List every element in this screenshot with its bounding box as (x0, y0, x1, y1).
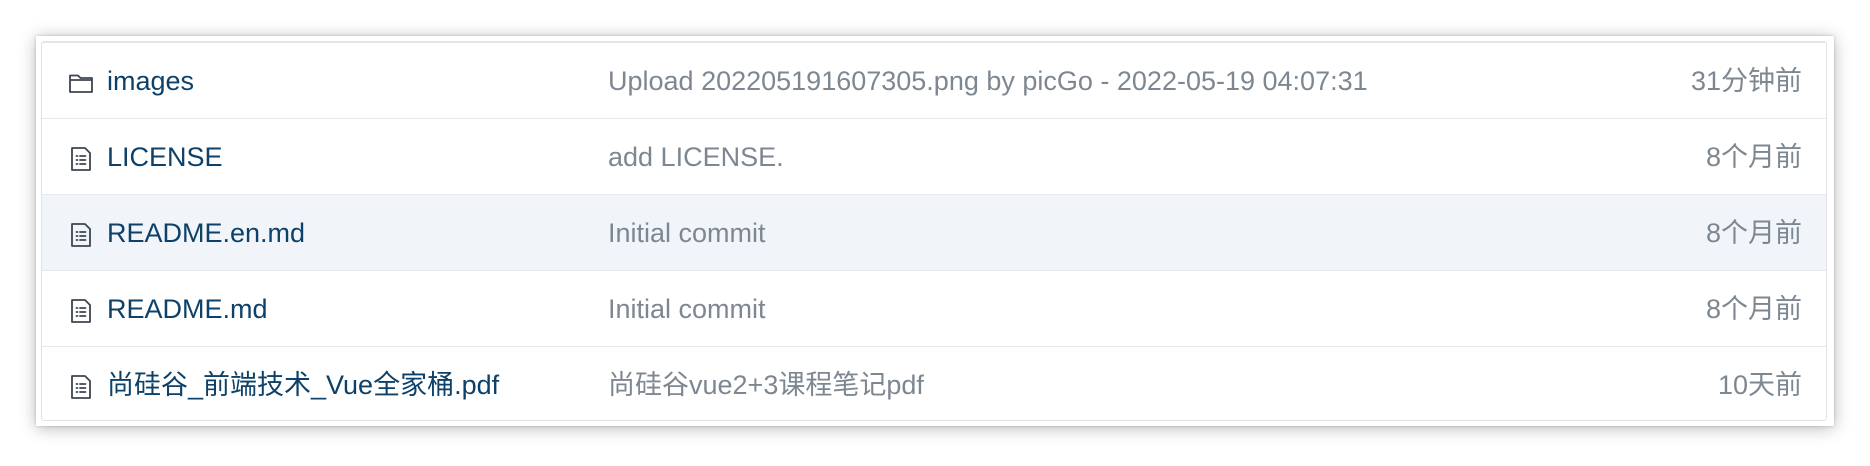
file-name-link[interactable]: 尚硅谷_前端技术_Vue全家桶.pdf (107, 347, 499, 423)
file-name-link[interactable]: LICENSE (107, 119, 223, 195)
file-icon (67, 145, 95, 173)
file-name-link[interactable]: images (107, 43, 194, 119)
commit-message-link[interactable]: add LICENSE. (608, 119, 784, 195)
folder-icon (67, 69, 95, 97)
screenshot-frame: images Upload 202205191607305.png by pic… (36, 36, 1834, 426)
file-list-table: images Upload 202205191607305.png by pic… (41, 41, 1827, 421)
commit-message-link[interactable]: Upload 202205191607305.png by picGo - 20… (608, 43, 1368, 119)
file-row-pdf[interactable]: 尚硅谷_前端技术_Vue全家桶.pdf 尚硅谷vue2+3课程笔记pdf 10天… (42, 347, 1826, 423)
file-row-images[interactable]: images Upload 202205191607305.png by pic… (42, 43, 1826, 119)
commit-time: 31分钟前 (1690, 66, 1802, 96)
commit-time: 8个月前 (1705, 142, 1802, 172)
commit-message-link[interactable]: Initial commit (608, 195, 766, 271)
file-icon (67, 221, 95, 249)
file-row-readme-en[interactable]: README.en.md Initial commit 8个月前 (42, 195, 1826, 271)
file-row-license[interactable]: LICENSE add LICENSE. 8个月前 (42, 119, 1826, 195)
file-name-link[interactable]: README.md (107, 271, 268, 347)
commit-message-link[interactable]: 尚硅谷vue2+3课程笔记pdf (608, 347, 924, 423)
commit-message-link[interactable]: Initial commit (608, 271, 766, 347)
commit-time: 10天前 (1717, 370, 1802, 400)
file-icon (67, 297, 95, 325)
file-name-link[interactable]: README.en.md (107, 195, 305, 271)
file-icon (67, 373, 95, 401)
file-row-readme[interactable]: README.md Initial commit 8个月前 (42, 271, 1826, 347)
commit-time: 8个月前 (1705, 218, 1802, 248)
commit-time: 8个月前 (1705, 294, 1802, 324)
